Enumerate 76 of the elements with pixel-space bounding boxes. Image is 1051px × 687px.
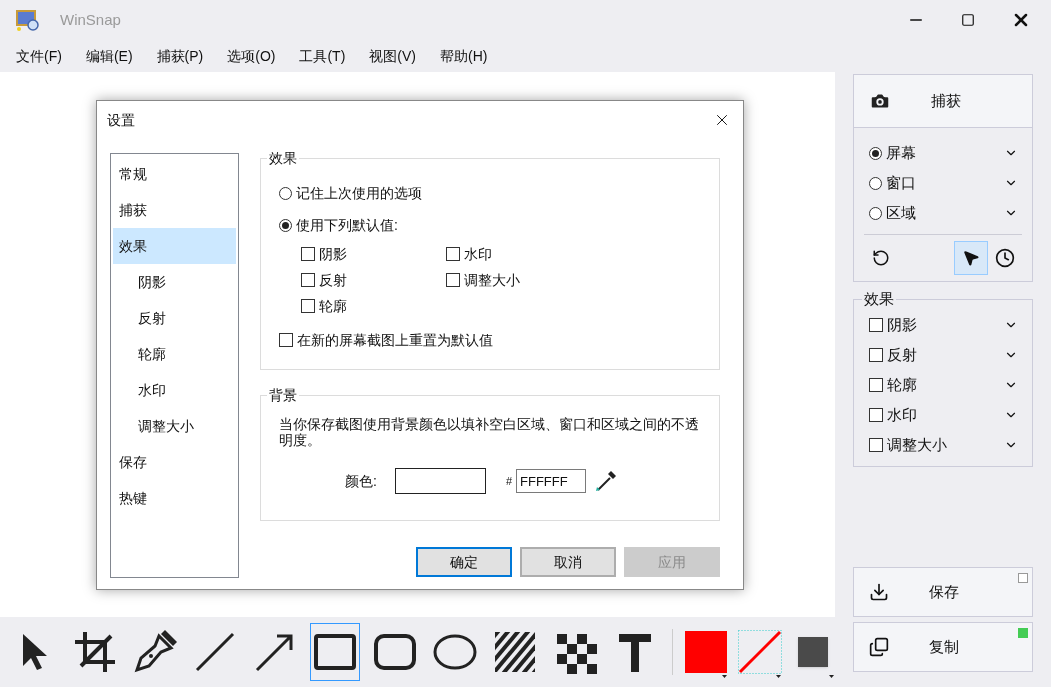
dialog-button[interactable]: 确定 bbox=[416, 547, 512, 577]
checkbox[interactable] bbox=[869, 318, 883, 332]
checkbox[interactable] bbox=[446, 247, 460, 261]
radio-button[interactable] bbox=[869, 206, 882, 220]
save-button[interactable]: 保存 bbox=[853, 567, 1033, 617]
radio-button[interactable] bbox=[869, 146, 882, 160]
effect-label: 水印 bbox=[887, 404, 917, 425]
menu-item[interactable]: 工具(T) bbox=[299, 45, 346, 67]
caret-icon[interactable] bbox=[721, 675, 727, 678]
refresh-icon bbox=[872, 249, 890, 267]
checkbox[interactable] bbox=[869, 438, 883, 452]
option-label: 记住上次使用的选项 bbox=[296, 183, 422, 203]
group-title: 背景 bbox=[267, 386, 299, 404]
group-title: 效果 bbox=[267, 149, 299, 167]
checkbox[interactable] bbox=[279, 333, 293, 347]
settings-nav-item[interactable]: 调整大小 bbox=[113, 408, 236, 444]
maximize-icon[interactable] bbox=[961, 13, 975, 27]
menu-item[interactable]: 文件(F) bbox=[16, 45, 62, 67]
checkbox[interactable] bbox=[869, 408, 883, 422]
settings-nav-item[interactable]: 水印 bbox=[113, 372, 236, 408]
cursor-icon bbox=[962, 249, 980, 267]
checkbox-label: 调整大小 bbox=[464, 270, 520, 290]
capture-mode-label: 屏幕 bbox=[886, 142, 916, 163]
capture-mode-label: 窗口 bbox=[886, 172, 916, 193]
download-icon bbox=[869, 582, 889, 602]
settings-nav-item[interactable]: 捕获 bbox=[113, 192, 236, 228]
checkbox[interactable] bbox=[869, 378, 883, 392]
caret-icon[interactable] bbox=[829, 675, 834, 678]
effect-label: 阴影 bbox=[887, 314, 917, 335]
capture-tool-button[interactable] bbox=[954, 241, 988, 275]
dialog-button[interactable]: 取消 bbox=[520, 547, 616, 577]
timer-icon bbox=[995, 248, 1015, 268]
capture-mode-label: 区域 bbox=[886, 202, 916, 223]
menu-item[interactable]: 帮助(H) bbox=[440, 45, 488, 67]
dialog-title: 设置 bbox=[107, 110, 135, 130]
copy-button[interactable]: 复制 bbox=[853, 622, 1033, 672]
effect-label: 轮廓 bbox=[887, 374, 917, 395]
radio-button[interactable] bbox=[869, 176, 882, 190]
checkbox-label: 反射 bbox=[319, 270, 347, 290]
settings-nav-item[interactable]: 保存 bbox=[113, 444, 236, 480]
tool-button[interactable] bbox=[310, 623, 360, 681]
checkbox[interactable] bbox=[301, 299, 315, 313]
checkbox[interactable] bbox=[301, 273, 315, 287]
settings-nav-item[interactable]: 阴影 bbox=[113, 264, 236, 300]
checkbox[interactable] bbox=[446, 273, 460, 287]
checkbox[interactable] bbox=[301, 247, 315, 261]
settings-nav-item[interactable]: 轮廓 bbox=[113, 336, 236, 372]
color-label: 颜色: bbox=[345, 471, 377, 491]
copy-icon bbox=[869, 637, 889, 657]
checkbox-label: 轮廓 bbox=[319, 296, 347, 316]
effect-label: 调整大小 bbox=[887, 434, 947, 455]
hex-input-field[interactable]: FFFFFF bbox=[516, 469, 586, 493]
radio-button[interactable] bbox=[279, 186, 292, 200]
settings-nav-item[interactable]: 反射 bbox=[113, 300, 236, 336]
checkbox-label: 阴影 bbox=[319, 244, 347, 264]
effect-label: 反射 bbox=[887, 344, 917, 365]
option-label: 使用下列默认值: bbox=[296, 215, 398, 235]
menu-item[interactable]: 视图(V) bbox=[369, 45, 416, 67]
checkbox[interactable] bbox=[869, 348, 883, 362]
menu-item[interactable]: 捕获(P) bbox=[156, 45, 204, 67]
settings-nav-item[interactable]: 热键 bbox=[113, 480, 236, 516]
app-logo-icon bbox=[15, 7, 41, 33]
effects-group-title: 效果 bbox=[862, 290, 896, 308]
settings-nav-item[interactable]: 效果 bbox=[113, 228, 236, 264]
settings-nav-item[interactable]: 常规 bbox=[113, 156, 236, 192]
color-swatch[interactable] bbox=[394, 468, 486, 494]
menu-item[interactable]: 编辑(E) bbox=[85, 45, 133, 67]
radio-button[interactable] bbox=[279, 218, 292, 232]
caret-icon[interactable] bbox=[775, 675, 781, 678]
menu-item[interactable]: 选项(O) bbox=[227, 45, 276, 67]
hash-label: # bbox=[505, 473, 512, 489]
background-description: 当你保存截图使用背景颜色以填补空白区域、窗口和区域之间的不透明度。 bbox=[279, 416, 700, 448]
window-title: WinSnap bbox=[60, 9, 121, 30]
eyedropper-icon[interactable] bbox=[594, 469, 618, 493]
checkbox-label: 在新的屏幕截图上重置为默认值 bbox=[297, 330, 493, 350]
checkbox-label: 水印 bbox=[464, 244, 492, 264]
